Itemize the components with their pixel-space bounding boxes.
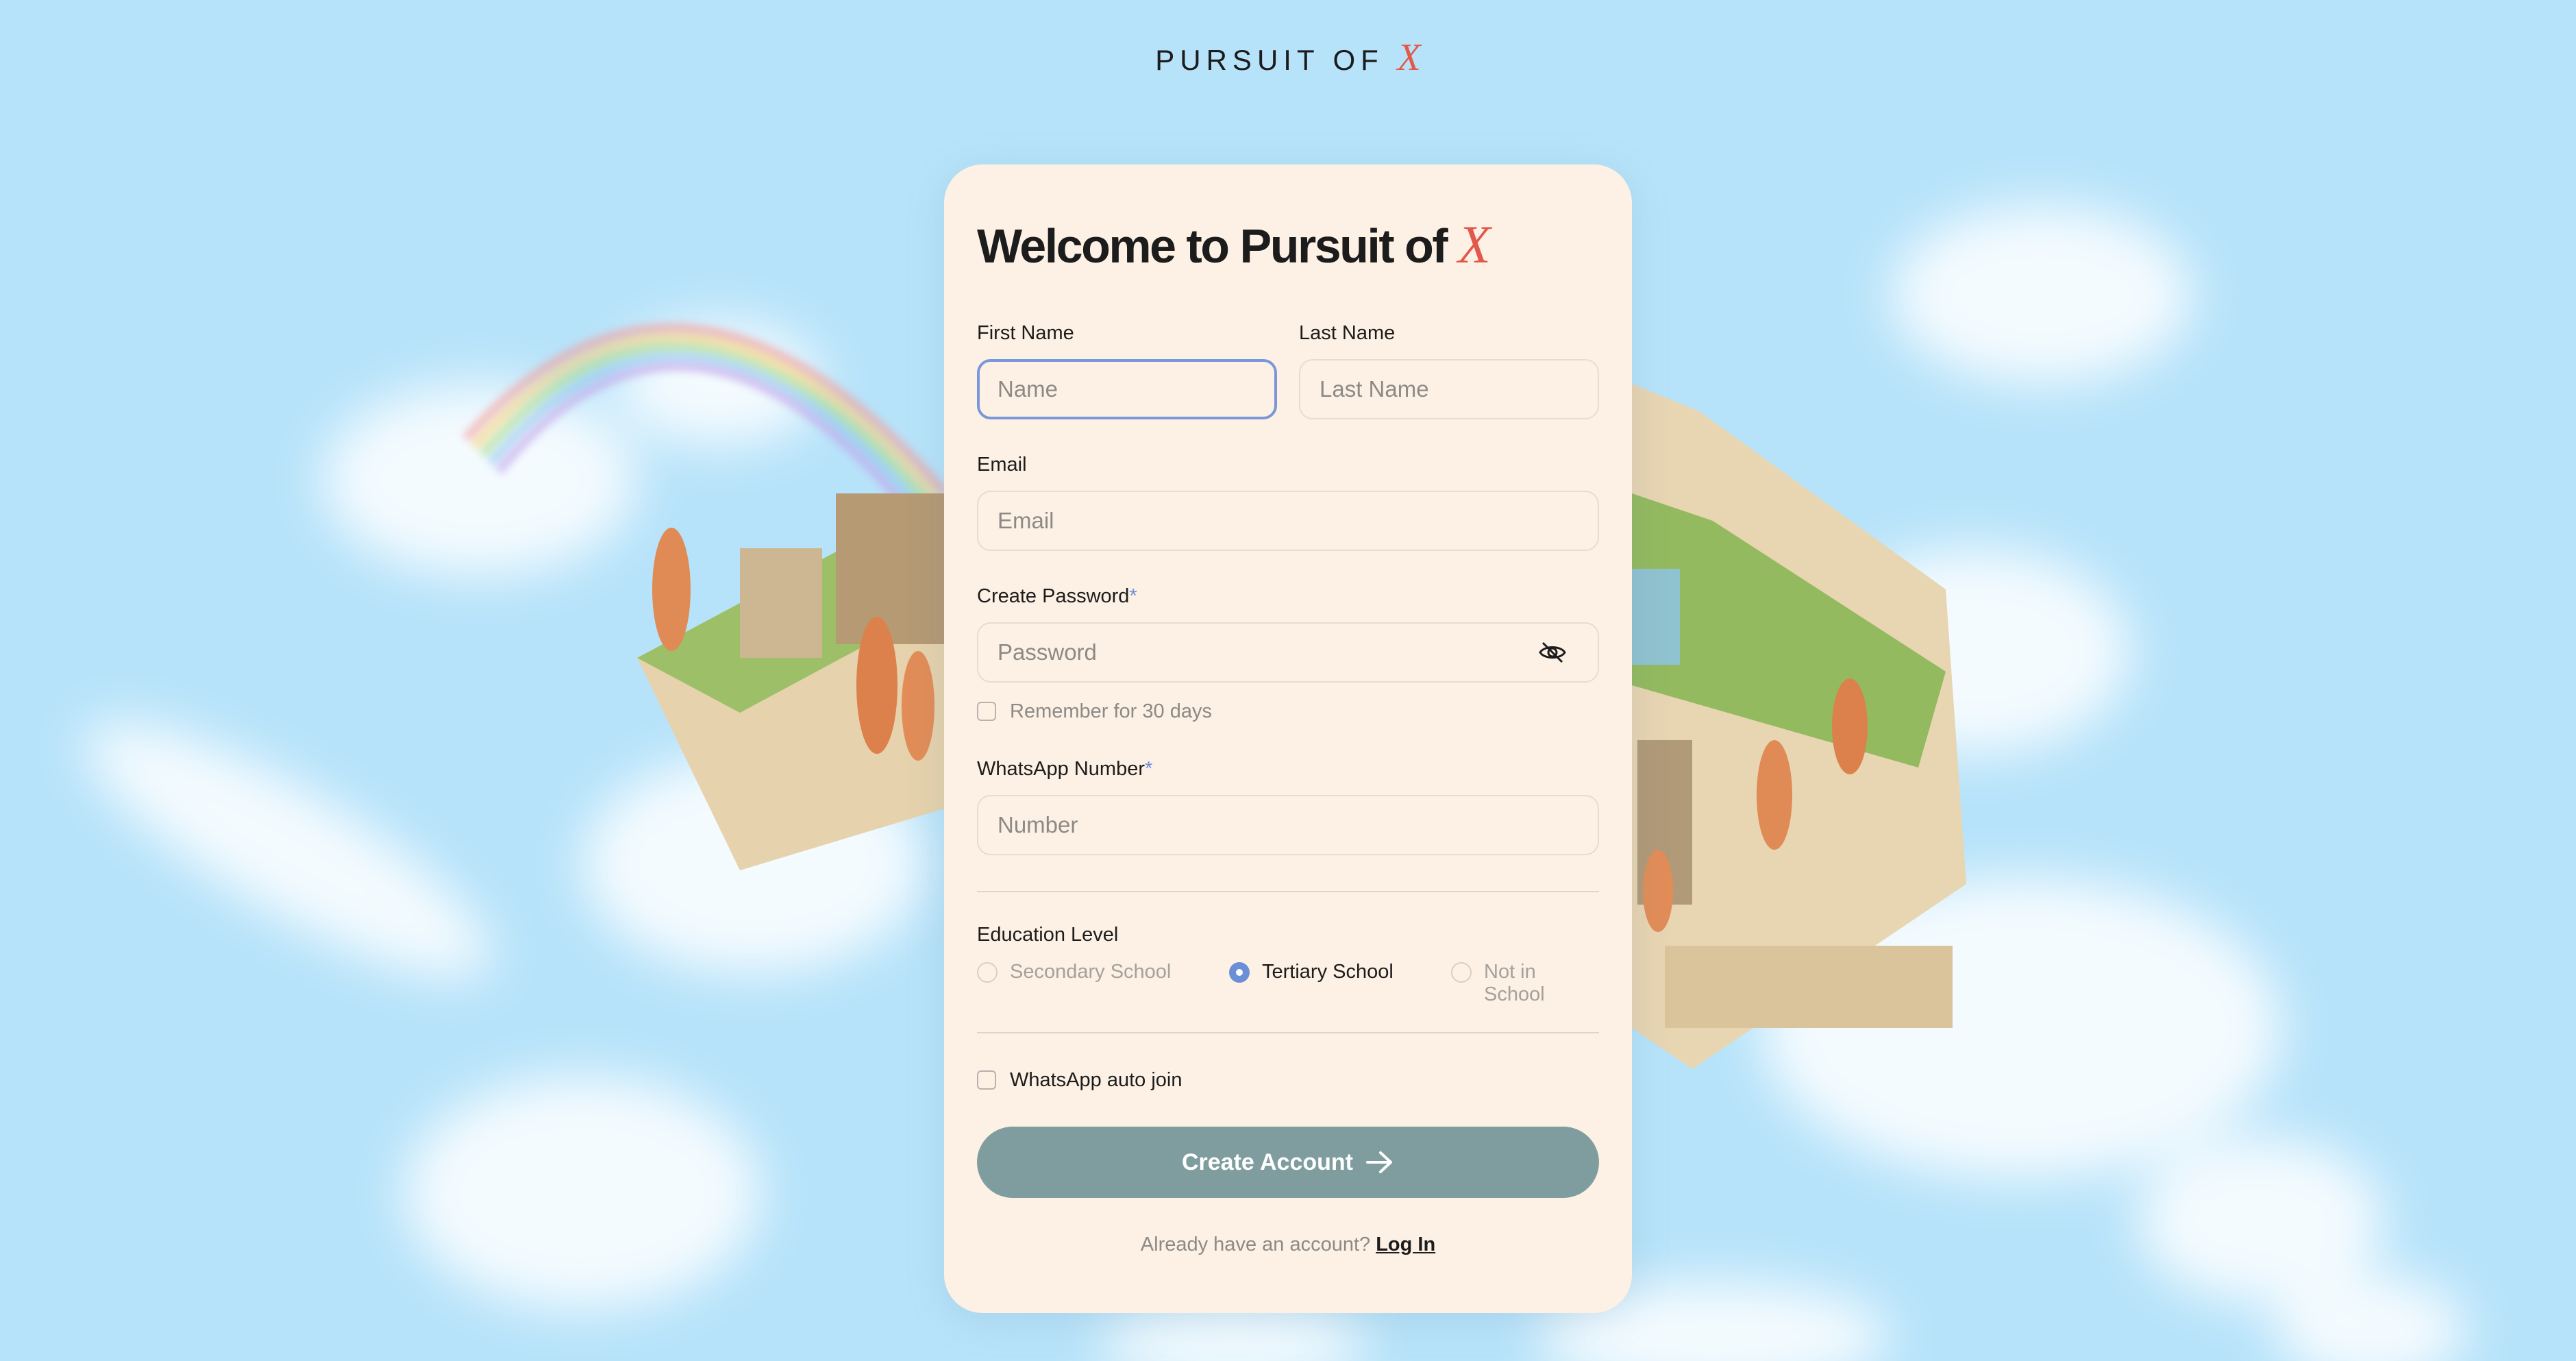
login-link[interactable]: Log In — [1376, 1234, 1435, 1255]
email-input[interactable] — [977, 491, 1599, 551]
radio-secondary-school-label: Secondary School — [1010, 961, 1172, 983]
divider — [977, 1032, 1599, 1033]
radio-tertiary-school[interactable] — [1229, 962, 1250, 983]
education-level-label: Education Level — [977, 924, 1119, 946]
last-name-label: Last Name — [1299, 322, 1396, 344]
page-title: Welcome to Pursuit of X — [977, 214, 1491, 275]
create-account-label: Create Account — [1181, 1149, 1354, 1175]
required-mark: * — [1145, 758, 1153, 780]
eye-off-icon[interactable] — [1537, 640, 1568, 665]
radio-tertiary-school-label: Tertiary School — [1262, 961, 1394, 983]
brand-name: PURSUIT OF — [1155, 44, 1384, 76]
login-prompt: Already have an account? Log In — [977, 1234, 1599, 1256]
title-mark: X — [1458, 214, 1491, 274]
password-input[interactable] — [977, 622, 1599, 683]
last-name-input[interactable] — [1299, 359, 1599, 419]
password-label-text: Create Password — [977, 585, 1130, 607]
radio-secondary-school[interactable] — [977, 962, 998, 983]
create-account-button[interactable]: Create Account — [977, 1127, 1599, 1198]
whatsapp-number-input[interactable] — [977, 795, 1599, 855]
whatsapp-auto-join-checkbox[interactable] — [977, 1070, 996, 1090]
remember-label: Remember for 30 days — [1010, 700, 1212, 722]
first-name-input[interactable] — [977, 359, 1277, 419]
brand-mark: X — [1397, 36, 1421, 79]
email-label: Email — [977, 454, 1027, 476]
required-mark: * — [1129, 585, 1137, 607]
first-name-label: First Name — [977, 322, 1074, 344]
whatsapp-label-text: WhatsApp Number — [977, 758, 1145, 780]
title-text: Welcome to Pursuit of — [977, 219, 1448, 273]
radio-not-in-school[interactable] — [1451, 962, 1472, 983]
divider — [977, 891, 1599, 892]
brand-logo: PURSUIT OF X — [0, 36, 2576, 79]
password-label: Create Password* — [977, 585, 1137, 608]
arrow-right-icon — [1366, 1151, 1393, 1173]
floating-island-right — [1632, 384, 1966, 1069]
signup-card: Welcome to Pursuit of X First Name Last … — [944, 164, 1632, 1313]
remember-checkbox[interactable] — [977, 702, 996, 721]
radio-not-in-school-label: Not in School — [1484, 961, 1545, 1005]
login-prompt-text: Already have an account? — [1140, 1234, 1371, 1255]
whatsapp-auto-join-label: WhatsApp auto join — [1010, 1069, 1182, 1091]
whatsapp-label: WhatsApp Number* — [977, 758, 1152, 781]
